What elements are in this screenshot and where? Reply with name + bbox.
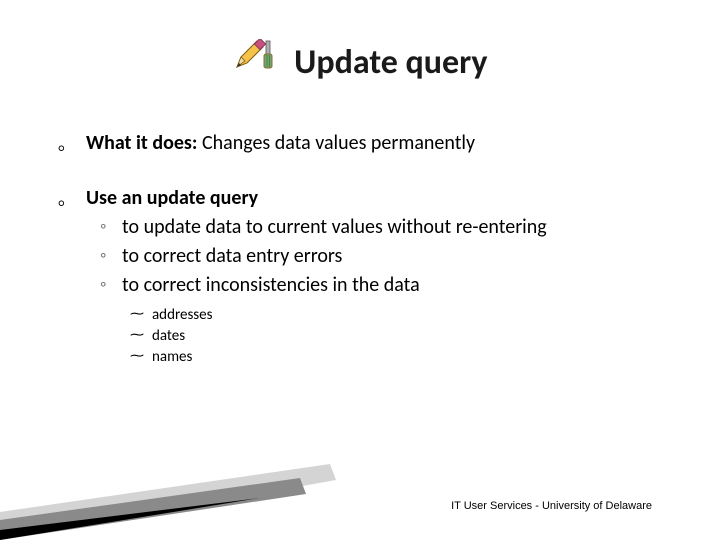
content-body: ｡ What it does: Changes data values perm… [58,130,680,396]
link-glyph-icon: ⁓ [130,326,144,346]
slide-title: Update query [294,42,487,83]
sub-3-text: to correct inconsistencies in the data [122,273,420,297]
ring-bullet-icon: ◦ [100,243,106,267]
subsub-1: ⁓ addresses [130,305,680,326]
wedge-decoration [0,450,720,540]
bullet-glyph-icon: ｡ [58,132,67,156]
bullet-2-bold: Use an update query [86,186,258,210]
footer-text: IT User Services - University of Delawar… [451,500,652,512]
link-glyph-icon: ⁓ [130,305,144,325]
subsub-3-text: names [152,348,192,366]
bullet-1: ｡ What it does: Changes data values perm… [58,130,680,157]
pencil-screwdriver-icon [233,39,277,78]
sub-1: ◦ to update data to current values witho… [96,214,680,241]
subsub-2: ⁓ dates [130,326,680,347]
subsub-2-text: dates [152,327,185,345]
sub-1-text: to update data to current values without… [122,215,547,239]
ring-bullet-icon: ◦ [100,214,106,238]
subsub-1-text: addresses [152,306,213,324]
title-row: Update query [0,42,720,83]
bullet-2: ｡ Use an update query ◦ to update data t… [58,185,680,368]
ring-bullet-icon: ◦ [100,272,106,296]
bullet-1-bold: What it does: [86,131,197,155]
sub-2-text: to correct data entry errors [122,244,342,268]
sub-3: ◦ to correct inconsistencies in the data [96,272,680,299]
subsub-3: ⁓ names [130,347,680,368]
bullet-glyph-icon: ｡ [58,187,67,211]
sub-2: ◦ to correct data entry errors [96,243,680,270]
slide: Update query ｡ What it does: Changes dat… [0,0,720,540]
bullet-1-rest: Changes data values permanently [197,131,475,155]
link-glyph-icon: ⁓ [130,347,144,367]
